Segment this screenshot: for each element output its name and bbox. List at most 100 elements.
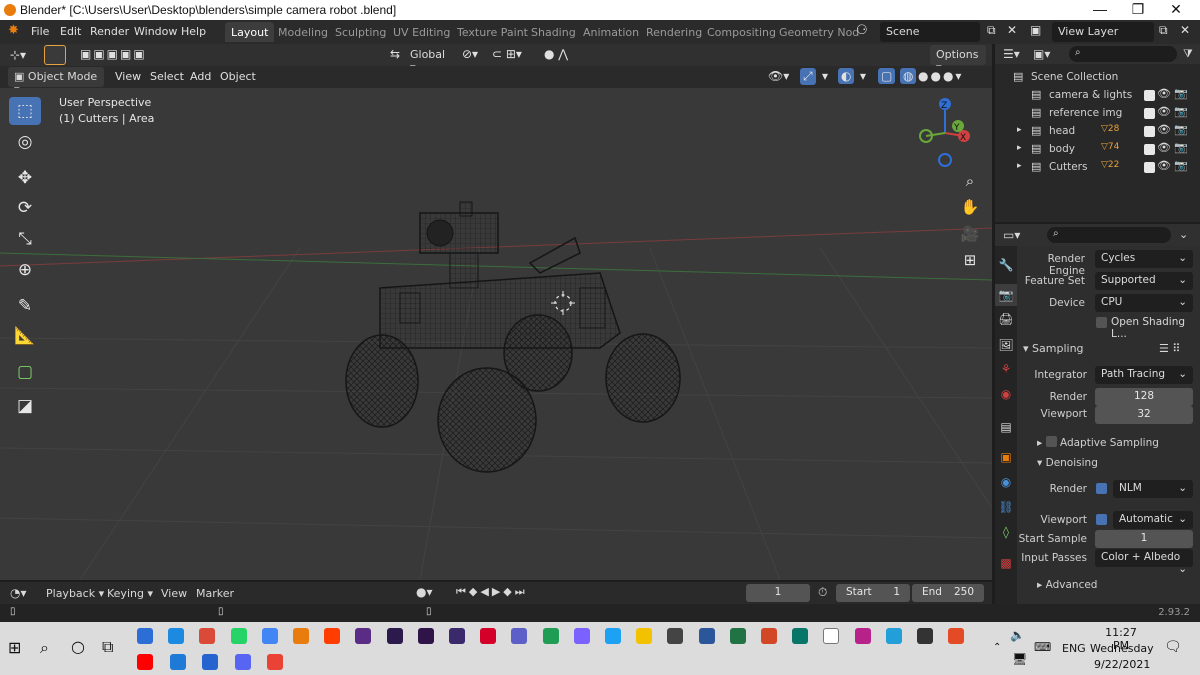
- camera-view-icon[interactable]: 🎥: [958, 222, 982, 246]
- world-tab-icon[interactable]: ◉: [995, 383, 1017, 405]
- transform-orientation[interactable]: Global ▾: [404, 45, 454, 74]
- sampling-presets-icon[interactable]: ☰ ⠿: [1159, 342, 1180, 355]
- blender-menu-icon[interactable]: ✸: [8, 23, 19, 38]
- keyboard-icon[interactable]: ⌨: [1034, 640, 1051, 654]
- menu-marker[interactable]: Marker: [196, 587, 234, 600]
- properties-options-icon[interactable]: ⌄: [1179, 228, 1188, 241]
- menu-help[interactable]: Help: [181, 25, 206, 38]
- menu-window[interactable]: Window: [134, 25, 177, 38]
- xray-icon[interactable]: ▢: [878, 68, 896, 84]
- pivot-point-icon[interactable]: ⊘▾: [462, 47, 478, 61]
- exclude-checkbox[interactable]: [1144, 144, 1155, 155]
- menu-keying[interactable]: Keying ▾: [107, 587, 153, 600]
- menu-add[interactable]: Add: [190, 70, 211, 83]
- menu-playback[interactable]: Playback ▾: [46, 587, 104, 600]
- start-frame-field[interactable]: Start 1: [836, 584, 910, 602]
- outliner-item[interactable]: ▤ reference img 👁 📷: [995, 104, 1200, 122]
- outliner-item[interactable]: ▸ ▤ body ▽74 👁 📷: [995, 140, 1200, 158]
- new-view-layer-icon[interactable]: ⧉: [1159, 23, 1168, 38]
- constraints-tab-icon[interactable]: ⛓: [995, 496, 1017, 518]
- selection-mode-icons[interactable]: ▣▣▣▣▣: [80, 47, 147, 61]
- menu-select[interactable]: Select: [150, 70, 184, 83]
- camera-render-icon[interactable]: 📷: [1174, 141, 1188, 154]
- advanced-section[interactable]: ▸ Advanced: [1037, 579, 1097, 591]
- tab-layout[interactable]: Layout: [225, 22, 275, 42]
- view-layer-selector[interactable]: View Layer: [1052, 22, 1154, 42]
- properties-editor-icon[interactable]: ▭▾: [1003, 228, 1020, 242]
- taskbar-app-icon[interactable]: [230, 628, 247, 644]
- taskbar-app-icon[interactable]: [234, 654, 251, 670]
- denoise-render-dropdown[interactable]: NLM ⌄: [1113, 480, 1193, 498]
- adaptive-sampling-checkbox[interactable]: [1045, 436, 1057, 447]
- clock-date[interactable]: 9/22/2021: [1094, 658, 1150, 671]
- taskbar-app-icon[interactable]: [605, 628, 621, 644]
- timeline-editor-icon[interactable]: ◔▾: [10, 586, 27, 600]
- delete-scene-icon[interactable]: ✕: [1007, 23, 1017, 37]
- cursor-tool[interactable]: ◎: [9, 128, 41, 156]
- gizmo-toggle-icon[interactable]: ⤢: [800, 68, 816, 85]
- tab-sculpting[interactable]: Sculpting: [329, 22, 392, 42]
- object-tab-icon[interactable]: ▣: [995, 446, 1017, 468]
- texture-tab-icon[interactable]: ▩: [995, 552, 1017, 574]
- filter-icon[interactable]: ⧩: [1183, 47, 1193, 61]
- taskbar-app-icon[interactable]: [293, 628, 309, 644]
- visibility-icon[interactable]: 👁▾: [768, 69, 789, 83]
- scene-icon[interactable]: ⚆: [856, 23, 868, 38]
- tab-modeling[interactable]: Modeling: [272, 22, 334, 42]
- editor-type-icon[interactable]: ⊹▾: [10, 48, 26, 62]
- outliner-item[interactable]: ▸ ▤ head ▽28 👁 📷: [995, 122, 1200, 140]
- menu-render[interactable]: Render: [90, 25, 129, 38]
- adaptive-sampling-section[interactable]: ▸ Adaptive Sampling: [1037, 435, 1159, 449]
- taskbar-app-icon[interactable]: [917, 628, 933, 644]
- tab-shading[interactable]: Shading: [525, 22, 582, 42]
- taskbar-app-icon[interactable]: [885, 628, 902, 644]
- snap-icon[interactable]: ⊂ ⊞▾: [492, 47, 522, 61]
- tab-compositing[interactable]: Compositing: [701, 22, 782, 42]
- mode-selector[interactable]: ▣ Object Mode ▾: [8, 67, 104, 96]
- menu-view[interactable]: View: [115, 70, 141, 83]
- outliner-root[interactable]: ▤ Scene Collection: [995, 68, 1200, 86]
- shader-tool[interactable]: ◪: [9, 392, 41, 420]
- transform-tool[interactable]: ⊕: [9, 256, 41, 284]
- output-tab-icon[interactable]: 🖨: [995, 308, 1017, 330]
- taskbar-app-icon[interactable]: [137, 654, 153, 670]
- menu-file[interactable]: File: [31, 25, 49, 38]
- playback-controls-icons[interactable]: ⏮◆◀▶◆⏭: [456, 585, 528, 599]
- display-mode-icon[interactable]: ▣▾: [1033, 47, 1050, 61]
- eye-icon[interactable]: 👁: [1157, 159, 1171, 172]
- network-icon[interactable]: 🖥: [1012, 652, 1027, 666]
- feature-set-dropdown[interactable]: Supported ⌄: [1095, 272, 1193, 290]
- new-scene-icon[interactable]: ⧉: [987, 23, 996, 38]
- taskbar-app-icon[interactable]: [417, 628, 434, 644]
- taskbar-app-icon[interactable]: [698, 628, 715, 644]
- transform-pivot-icon[interactable]: ⇆: [390, 47, 400, 61]
- end-frame-field[interactable]: End 250: [912, 584, 984, 602]
- exclude-checkbox[interactable]: [1144, 108, 1155, 119]
- tool-tab-icon[interactable]: 🔧: [995, 254, 1017, 276]
- taskbar-app-icon[interactable]: [792, 628, 809, 644]
- options-dropdown[interactable]: Options ▾: [930, 45, 986, 74]
- taskbar-app-icon[interactable]: [199, 628, 216, 644]
- properties-search-input[interactable]: ⌕: [1047, 227, 1171, 243]
- select-box-tool[interactable]: ⬚: [9, 97, 41, 125]
- 3d-viewport[interactable]: Z X Y User Perspective (1) Cutters | Are…: [0, 88, 992, 580]
- shading-mode-icons[interactable]: ●●●▾: [918, 69, 963, 83]
- denoise-viewport-dropdown[interactable]: Automatic ⌄: [1113, 511, 1193, 529]
- start-sample-field[interactable]: 1: [1095, 530, 1193, 548]
- taskbar-app-icon[interactable]: [761, 628, 777, 644]
- taskbar-app-icon[interactable]: [823, 628, 840, 644]
- tab-uv-editing[interactable]: UV Editing: [387, 22, 456, 42]
- taskbar-app-icon[interactable]: [948, 628, 965, 644]
- camera-render-icon[interactable]: 📷: [1174, 105, 1188, 118]
- eye-icon[interactable]: 👁: [1157, 87, 1171, 100]
- delete-view-layer-icon[interactable]: ✕: [1180, 23, 1190, 37]
- language-indicator[interactable]: ENG: [1062, 642, 1086, 655]
- render-engine-dropdown[interactable]: Cycles ⌄: [1095, 250, 1193, 268]
- minimize-button[interactable]: —: [1080, 1, 1120, 17]
- outliner-item[interactable]: ▸ ▤ Cutters ▽22 👁 📷: [995, 158, 1200, 176]
- expand-arrow-icon[interactable]: ▸: [1017, 125, 1022, 135]
- integrator-dropdown[interactable]: Path Tracing ⌄: [1095, 366, 1193, 384]
- scene-tab-icon[interactable]: ⚘: [995, 358, 1017, 380]
- view-layer-icon[interactable]: ▣: [1030, 23, 1041, 37]
- grid-perspective-icon[interactable]: ⊞: [958, 248, 982, 272]
